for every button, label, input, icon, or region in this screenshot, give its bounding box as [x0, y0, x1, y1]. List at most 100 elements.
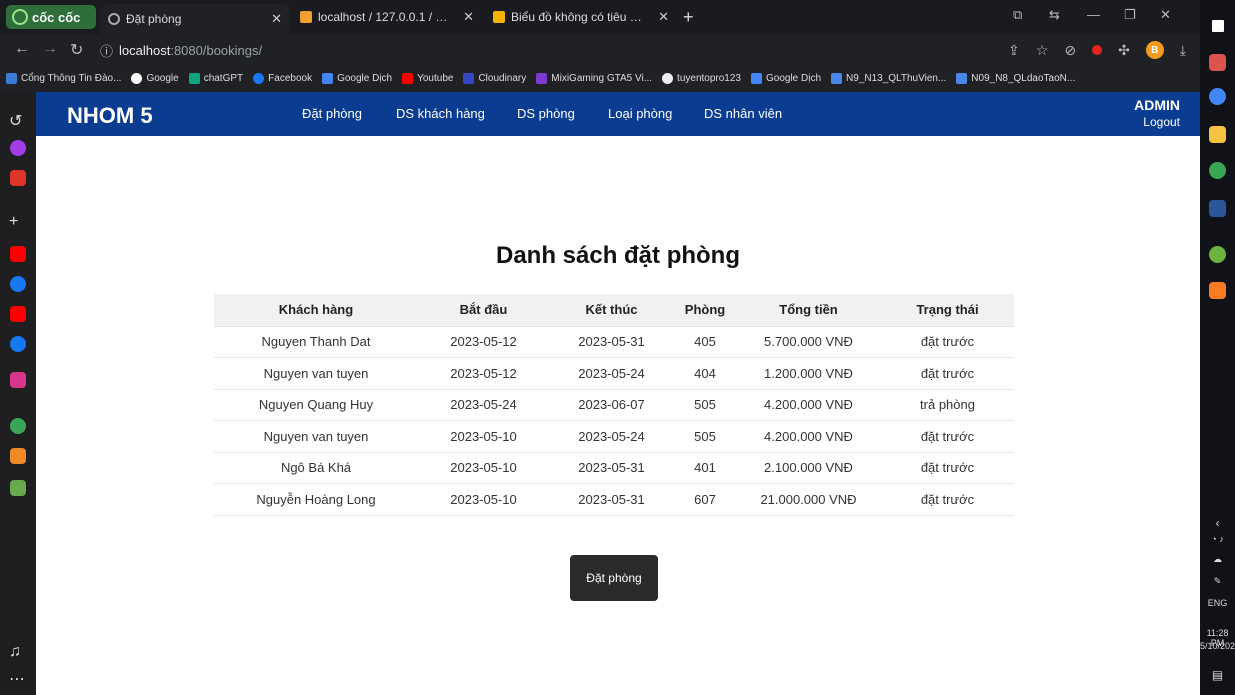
- wifi-icon[interactable]: ☁: [1200, 554, 1235, 565]
- close-tab-icon[interactable]: ✕: [271, 11, 282, 27]
- nav-link-dat-phong[interactable]: Đặt phòng: [302, 106, 362, 121]
- nav-link-ds-khach-hang[interactable]: DS khách hàng: [396, 106, 485, 121]
- share-icon[interactable]: ⇪: [1008, 42, 1020, 59]
- bookmark-item[interactable]: Google Dịch: [322, 72, 392, 84]
- tab-bieu-do[interactable]: Biểu đồ không có tiêu đề - c ✕: [485, 3, 677, 30]
- browser-brand[interactable]: cốc cốc: [6, 5, 96, 29]
- adblock-icon[interactable]: ⊘: [1064, 42, 1076, 59]
- nav-link-loai-phong[interactable]: Loại phòng: [608, 106, 672, 121]
- chevron-left-icon[interactable]: ‹: [1200, 516, 1235, 530]
- more-icon[interactable]: ⋯: [9, 672, 25, 688]
- maximize-icon[interactable]: ❐: [1124, 7, 1136, 23]
- column-header: Phòng: [674, 294, 736, 327]
- book-room-button[interactable]: Đặt phòng: [570, 555, 658, 601]
- game-icon[interactable]: [10, 480, 26, 496]
- cell-start: 2023-05-10: [418, 483, 549, 516]
- forward-icon[interactable]: →: [42, 40, 58, 58]
- extensions-icon[interactable]: ✣: [1118, 42, 1130, 59]
- bookmark-item[interactable]: Facebook: [253, 72, 312, 84]
- windows-start-icon[interactable]: [1212, 20, 1224, 32]
- minimize-icon[interactable]: —: [1087, 7, 1100, 22]
- facebook-icon: [253, 72, 265, 84]
- pen-icon[interactable]: ✎: [1200, 576, 1235, 587]
- windows-taskbar: ‹ ◔ ♪ ☁ ✎ ENG 11:28 PM 5/10/2023 ▤: [1200, 0, 1235, 695]
- back-icon[interactable]: ←: [14, 40, 30, 58]
- messenger-icon[interactable]: [10, 140, 26, 156]
- close-tab-icon[interactable]: ✕: [658, 9, 669, 25]
- nav-link-ds-phong[interactable]: DS phòng: [517, 106, 575, 121]
- coccoc-logo-icon: [12, 9, 28, 25]
- coccoc-icon[interactable]: [1209, 162, 1226, 179]
- cell-start: 2023-05-10: [418, 452, 549, 484]
- nav-link-ds-nhan-vien[interactable]: DS nhân viên: [704, 106, 782, 121]
- reload-icon[interactable]: ↻: [70, 40, 83, 60]
- back-forward-cache-icon[interactable]: ⇆: [1049, 7, 1060, 23]
- clock-date[interactable]: 5/10/2023: [1200, 641, 1235, 651]
- app-d-icon[interactable]: [10, 372, 26, 388]
- word-icon[interactable]: [1209, 200, 1226, 217]
- cell-total: 4.200.000 VNĐ: [736, 389, 881, 421]
- cell-room: 404: [674, 357, 736, 390]
- cell-customer: Nguyen van tuyen: [214, 420, 418, 453]
- cell-start: 2023-05-12: [418, 357, 549, 390]
- cell-status: đặt trước: [881, 452, 1014, 484]
- cell-total: 5.700.000 VNĐ: [736, 326, 881, 358]
- browser-toolbar: ← → ↻ ⓘ localhost:8080/bookings/ ⇪ ☆ ⊘ ✣…: [0, 34, 1200, 66]
- bookmark-item[interactable]: Cổng Thông Tin Đào...: [6, 72, 121, 84]
- page-title: Danh sách đặt phòng: [495, 242, 740, 269]
- facebook-icon[interactable]: [10, 276, 26, 292]
- cell-total: 21.000.000 VNĐ: [736, 483, 881, 516]
- phpmyadmin-icon: [300, 10, 312, 23]
- tab-dat-phong[interactable]: Đặt phòng ✕: [100, 4, 290, 34]
- spring-icon[interactable]: [1209, 246, 1226, 263]
- add-icon[interactable]: +: [9, 214, 18, 230]
- language-indicator[interactable]: ENG: [1200, 598, 1235, 608]
- chrome-icon[interactable]: [1209, 88, 1226, 105]
- download-icon[interactable]: ⤓: [1180, 42, 1186, 59]
- translate-icon: [751, 72, 762, 84]
- facebook-icon[interactable]: [10, 336, 26, 352]
- app-icon[interactable]: [1209, 54, 1226, 71]
- youtube-icon[interactable]: [10, 306, 26, 322]
- bookmark-item[interactable]: Youtube: [402, 72, 453, 84]
- youtube-icon[interactable]: [10, 246, 26, 262]
- tab-search-icon[interactable]: ⧉: [1013, 7, 1022, 23]
- bookmark-item[interactable]: tuyentopro123: [662, 72, 741, 84]
- browser-chrome: cốc cốc Đặt phòng ✕ localhost / 127.0.0.…: [0, 0, 1200, 92]
- bookmark-item[interactable]: Google: [131, 72, 179, 84]
- youtube-icon: [402, 72, 414, 84]
- star-icon[interactable]: ☆: [1036, 42, 1049, 59]
- bookmark-item[interactable]: Cloudinary: [463, 72, 526, 84]
- app-icon[interactable]: [10, 170, 26, 186]
- bookmark-item[interactable]: Google Dịch: [751, 72, 821, 84]
- close-window-icon[interactable]: ✕: [1160, 7, 1171, 23]
- notification-bell-icon[interactable]: ♫: [9, 644, 21, 660]
- notification-center-icon[interactable]: ▤: [1200, 668, 1235, 682]
- toolbar-icons: ⇪ ☆ ⊘ ✣ B ⤓: [1008, 41, 1186, 59]
- column-header: Kết thúc: [549, 294, 674, 327]
- site-logo[interactable]: NHOM 5: [67, 103, 153, 129]
- bookmark-item[interactable]: N9_N13_QLThuVien...: [831, 72, 946, 84]
- coccoc-icon[interactable]: [10, 418, 26, 434]
- shopping-icon[interactable]: [10, 448, 26, 464]
- xampp-icon[interactable]: [1209, 282, 1226, 299]
- volume-icon[interactable]: ◔ ♪: [1200, 534, 1235, 544]
- bookmark-item[interactable]: N09_N8_QLdaoTaoN...: [956, 72, 1075, 84]
- new-tab-icon[interactable]: +: [683, 8, 694, 26]
- tab-phpmyadmin[interactable]: localhost / 127.0.0.1 / hms / | ✕: [292, 3, 482, 30]
- cell-customer: Nguyen Quang Huy: [214, 389, 418, 421]
- chatgpt-icon: [188, 72, 200, 84]
- profile-avatar[interactable]: B: [1145, 41, 1164, 59]
- record-icon[interactable]: [1092, 45, 1103, 55]
- close-tab-icon[interactable]: ✕: [463, 9, 474, 25]
- cell-room: 505: [674, 389, 736, 421]
- logout-link[interactable]: Logout: [1143, 115, 1180, 129]
- cell-total: 2.100.000 VNĐ: [736, 452, 881, 484]
- column-header: Khách hàng: [214, 294, 418, 327]
- bookmark-item[interactable]: MixiGaming GTA5 Vi...: [536, 72, 652, 84]
- file-explorer-icon[interactable]: [1209, 126, 1226, 143]
- history-icon[interactable]: ↺: [9, 114, 22, 130]
- column-header: Tổng tiền: [736, 294, 881, 327]
- web-page: NHOM 5 Đặt phòng DS khách hàng DS phòng …: [36, 92, 1200, 695]
- bookmark-item[interactable]: chatGPT: [188, 72, 243, 84]
